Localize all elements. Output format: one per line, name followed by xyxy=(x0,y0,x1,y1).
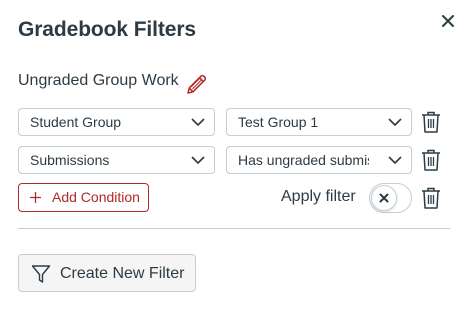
create-new-filter-button[interactable]: Create New Filter xyxy=(18,254,196,292)
trash-icon[interactable] xyxy=(420,110,442,134)
condition-field-select[interactable]: Student Group xyxy=(18,108,215,136)
divider xyxy=(18,228,450,229)
pencil-icon[interactable] xyxy=(185,72,209,96)
condition-field-value: Submissions xyxy=(30,152,110,168)
toggle-knob xyxy=(371,185,397,211)
apply-filter-label: Apply filter xyxy=(281,188,356,205)
condition-field-value: Student Group xyxy=(30,114,122,130)
panel-title: Gradebook Filters xyxy=(18,18,197,41)
add-condition-label: Add Condition xyxy=(52,189,140,205)
chevron-down-icon xyxy=(388,118,402,126)
filter-name: Ungraded Group Work xyxy=(18,72,179,89)
condition-value: Has ungraded submiss xyxy=(238,152,369,168)
x-icon xyxy=(379,193,389,203)
close-icon[interactable] xyxy=(439,12,457,30)
chevron-down-icon xyxy=(191,118,205,126)
funnel-icon xyxy=(31,265,51,283)
condition-value: Test Group 1 xyxy=(238,114,319,130)
apply-filter-toggle[interactable] xyxy=(369,183,412,213)
plus-icon xyxy=(30,192,41,203)
condition-value-select[interactable]: Test Group 1 xyxy=(226,108,412,136)
trash-icon[interactable] xyxy=(420,148,442,172)
add-condition-button[interactable]: Add Condition xyxy=(18,183,149,212)
trash-icon[interactable] xyxy=(420,186,442,210)
condition-field-select[interactable]: Submissions xyxy=(18,146,215,174)
condition-value-select[interactable]: Has ungraded submiss xyxy=(226,146,412,174)
chevron-down-icon xyxy=(191,156,205,164)
chevron-down-icon xyxy=(388,156,402,164)
create-new-filter-label: Create New Filter xyxy=(60,265,185,282)
